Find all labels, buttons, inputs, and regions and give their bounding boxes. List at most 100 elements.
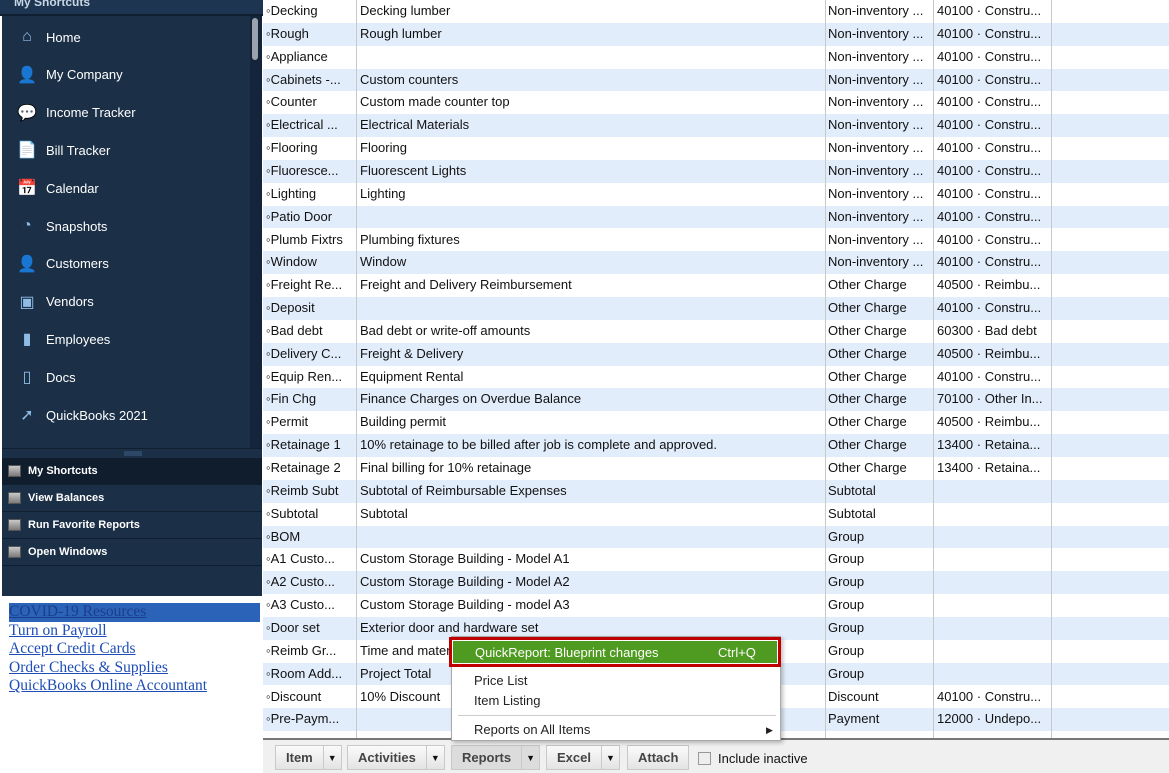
sidebar-scrollbar[interactable]: [250, 16, 262, 448]
checkbox-icon[interactable]: [698, 752, 711, 765]
table-row[interactable]: ◦Electrical ... Electrical Materials Non-i…: [263, 114, 1169, 138]
table-row[interactable]: ◦Permit Building permit Other Charge 40500 …: [263, 411, 1169, 434]
table-row[interactable]: ◦Equip Ren... Equipment Rental Other Charg…: [263, 366, 1169, 389]
table-row[interactable]: ◦A1 Custo... Custom Storage Building - Mo…: [263, 548, 1169, 571]
sidebar-item-calendar[interactable]: 📅 Calendar: [16, 173, 99, 203]
menu-item-quickreport[interactable]: QuickReport: Blueprint changes Ctrl+Q: [453, 641, 777, 663]
item-name-cell: ◦Deposit: [266, 300, 315, 316]
document-icon: ▯: [22, 369, 32, 387]
table-row[interactable]: ◦Counter Custom made counter top Non-inven…: [263, 91, 1169, 114]
item-name-cell: ◦Bad debt: [266, 322, 323, 338]
link-covid-19-resources[interactable]: COVID-19 Resources: [9, 603, 260, 622]
chevron-down-icon[interactable]: ▼: [600, 746, 619, 769]
table-row[interactable]: ◦Fluoresce... Fluorescent Lights Non-inven…: [263, 159, 1169, 183]
include-inactive-checkbox[interactable]: Include inactive: [698, 751, 808, 766]
activities-button[interactable]: Activities ▼: [347, 745, 445, 770]
column-divider[interactable]: [933, 0, 934, 738]
column-divider[interactable]: [825, 0, 826, 738]
panel-run-favorite-reports[interactable]: Run Favorite Reports: [2, 512, 262, 539]
sidebar-item-customers[interactable]: 👤 Customers: [16, 249, 109, 279]
menu-item-item-listing[interactable]: Item Listing: [474, 693, 540, 708]
sidebar-item-label: Bill Tracker: [46, 142, 111, 158]
item-button[interactable]: Item ▼: [275, 745, 342, 770]
employee-icon: ▮: [22, 331, 32, 349]
excel-button[interactable]: Excel ▼: [546, 745, 620, 770]
table-row[interactable]: ◦Retainage 1 10% retainage to be billed a…: [263, 434, 1169, 457]
attach-button-label[interactable]: Attach: [628, 750, 688, 765]
chevron-down-icon[interactable]: ▼: [425, 746, 444, 769]
item-type-cell: Non-inventory ...: [828, 3, 924, 18]
scrollbar-thumb[interactable]: [252, 18, 258, 60]
menu-item-price-list[interactable]: Price List: [474, 673, 527, 688]
table-row[interactable]: ◦A3 Custo... Custom Storage Building - mo…: [263, 594, 1169, 617]
table-row[interactable]: ◦Reimb Subt Subtotal of Reimbursable Expe…: [263, 479, 1169, 503]
chevron-down-icon[interactable]: ▼: [322, 746, 341, 769]
chevron-down-icon[interactable]: ▼: [521, 746, 539, 769]
link-order-checks-supplies[interactable]: Order Checks & Supplies: [9, 659, 260, 678]
table-row[interactable]: ◦Subtotal Subtotal Subtotal: [263, 503, 1169, 526]
item-name-cell: ◦Equip Ren...: [266, 368, 343, 384]
item-description-cell: Flooring: [360, 140, 407, 156]
item-account-cell: 40100 · Constru...: [937, 3, 1042, 18]
sidebar-item-label: QuickBooks 2021: [46, 407, 148, 423]
item-description-cell: Custom Storage Building - model A3: [360, 597, 570, 613]
table-row[interactable]: ◦Deposit Other Charge 40100 · Constru...: [263, 297, 1169, 320]
item-button-label[interactable]: Item: [276, 750, 323, 765]
panel-my-shortcuts[interactable]: My Shortcuts: [2, 458, 262, 485]
sidebar-item-label: Employees: [46, 331, 111, 347]
table-row[interactable]: ◦Cabinets -... Custom counters Non-invento…: [263, 68, 1169, 92]
table-row[interactable]: ◦A2 Custo... Custom Storage Building - Mo…: [263, 571, 1169, 595]
sidebar-item-docs[interactable]: ▯ Docs: [16, 362, 76, 392]
table-row[interactable]: ◦Bad debt Bad debt or write-off amounts Ot…: [263, 320, 1169, 343]
table-row[interactable]: ◦Window Window Non-inventory ... 40100 · Co…: [263, 251, 1169, 275]
table-row[interactable]: ◦Appliance Non-inventory ... 40100 · Const…: [263, 46, 1169, 69]
sidebar-item-my-company[interactable]: 👤 My Company: [16, 60, 123, 90]
table-row[interactable]: ◦Decking Decking lumber Non-inventory ... 4…: [263, 0, 1169, 23]
activities-button-label[interactable]: Activities: [348, 750, 426, 765]
column-divider[interactable]: [1051, 0, 1052, 738]
item-name-cell: ◦Freight Re...: [266, 277, 343, 293]
item-name-cell: ◦Reimb Subt: [266, 482, 339, 498]
sidebar-item-snapshots[interactable]: ◔ Snapshots: [16, 211, 107, 241]
sidebar-item-income-tracker[interactable]: 💬 Income Tracker: [16, 98, 136, 128]
item-name-cell: ◦Subtotal: [266, 505, 319, 521]
table-row[interactable]: ◦Retainage 2 Final billing for 10% retain…: [263, 457, 1169, 480]
highlight-box: QuickReport: Blueprint changes Ctrl+Q: [449, 637, 781, 667]
table-row[interactable]: ◦Flooring Flooring Non-inventory ... 40100 …: [263, 137, 1169, 160]
table-row[interactable]: ◦Freight Re... Freight and Delivery Reimb…: [263, 274, 1169, 297]
panel-view-balances[interactable]: View Balances: [2, 485, 262, 512]
sidebar-item-label: Calendar: [46, 180, 99, 196]
table-row[interactable]: ◦Plumb Fixtrs Plumbing fixtures Non-invent…: [263, 229, 1169, 252]
item-type-cell: Discount: [828, 688, 879, 704]
table-row[interactable]: ◦Patio Door Non-inventory ... 40100 · Cons…: [263, 205, 1169, 229]
column-divider[interactable]: [356, 0, 357, 738]
menu-item-reports-on-all-items[interactable]: Reports on All Items: [474, 722, 590, 737]
sidebar-splitter[interactable]: [2, 448, 262, 458]
sidebar-item-vendors[interactable]: ▣ Vendors: [16, 287, 93, 317]
link-quickbooks-online-accountant[interactable]: QuickBooks Online Accountant: [9, 677, 260, 696]
excel-button-label[interactable]: Excel: [547, 750, 601, 765]
sidebar-item-quickbooks-2021[interactable]: ➚ QuickBooks 2021: [16, 400, 148, 430]
item-account-cell: 40100 · Constru...: [937, 185, 1042, 201]
table-row[interactable]: ◦Delivery C... Freight & Delivery Other Ch…: [263, 342, 1169, 366]
item-description-cell: Lighting: [360, 185, 406, 201]
link-accept-credit-cards[interactable]: Accept Credit Cards: [9, 640, 260, 659]
link-turn-on-payroll[interactable]: Turn on Payroll: [9, 622, 260, 641]
splitter-grip[interactable]: [124, 451, 142, 456]
item-type-cell: Other Charge: [828, 368, 907, 384]
panel-open-windows[interactable]: Open Windows: [2, 539, 262, 566]
table-row[interactable]: ◦Rough Rough lumber Non-inventory ... 40100…: [263, 22, 1169, 46]
sidebar-item-employees[interactable]: ▮ Employees: [16, 324, 111, 354]
attach-button[interactable]: Attach: [627, 745, 690, 770]
panel-icon: [8, 519, 21, 531]
sidebar-item-home[interactable]: ⌂ Home: [16, 22, 81, 52]
item-account-cell: 13400 · Retaina...: [937, 437, 1041, 453]
table-row[interactable]: ◦Fin Chg Finance Charges on Overdue Balan…: [263, 388, 1169, 412]
reports-button[interactable]: Reports ▼: [451, 745, 541, 770]
table-row[interactable]: ◦Lighting Lighting Non-inventory ... 40100 …: [263, 183, 1169, 206]
item-account-cell: 40100 · Constru...: [937, 368, 1042, 384]
sidebar-item-bill-tracker[interactable]: 📄 Bill Tracker: [16, 135, 110, 165]
item-type-cell: Other Charge: [828, 300, 907, 316]
table-row[interactable]: ◦BOM Group: [263, 525, 1169, 549]
reports-button-label[interactable]: Reports: [452, 750, 521, 765]
